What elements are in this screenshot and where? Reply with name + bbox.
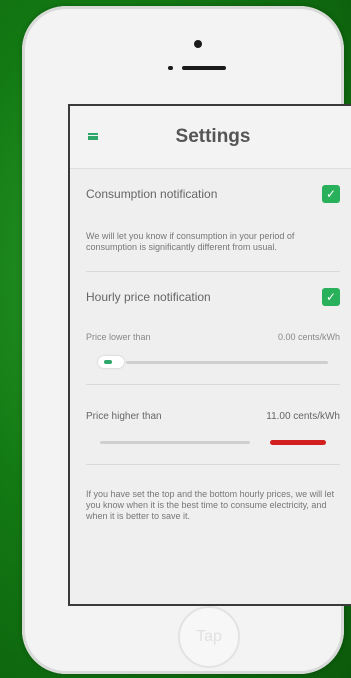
- check-icon: ✓: [325, 290, 337, 304]
- higher-price-label: Price higher than: [86, 411, 162, 422]
- price-range-indicator[interactable]: [270, 440, 326, 445]
- consumption-section: Consumption notification ✓ We will let y…: [86, 185, 340, 272]
- hourly-section: Hourly price notification ✓ Price lower …: [86, 288, 340, 540]
- app-bar: Settings: [70, 106, 351, 169]
- higher-price-value: 11.00 cents/kWh: [266, 411, 340, 422]
- consumption-checkbox[interactable]: ✓: [322, 185, 340, 203]
- home-button[interactable]: Tap: [178, 606, 240, 668]
- app-screen: Settings Consumption notification ✓ We w…: [68, 104, 351, 606]
- higher-price-row: Price higher than 11.00 cents/kWh: [86, 411, 340, 422]
- earpiece-speaker: [182, 66, 226, 70]
- hourly-row[interactable]: Hourly price notification ✓: [86, 288, 340, 306]
- lower-price-value: 0.00 cents/kWh: [277, 332, 340, 342]
- slider-thumb-indicator: [104, 360, 112, 364]
- hourly-label: Hourly price notification: [86, 290, 211, 304]
- phone-frame: Settings Consumption notification ✓ We w…: [22, 6, 351, 674]
- check-icon: ✓: [325, 187, 337, 201]
- lower-price-slider[interactable]: [86, 354, 340, 370]
- hourly-checkbox[interactable]: ✓: [322, 288, 340, 306]
- higher-price-slider[interactable]: [86, 434, 340, 450]
- camera: [194, 40, 202, 48]
- slider-track: [126, 361, 328, 364]
- divider: [86, 384, 340, 385]
- divider: [86, 464, 340, 465]
- page-title: Settings: [175, 126, 251, 147]
- slider-thumb[interactable]: [98, 356, 124, 368]
- hourly-description: If you have set the top and the bottom h…: [86, 489, 335, 521]
- consumption-description: We will let you know if consumption in y…: [86, 231, 295, 252]
- consumption-row[interactable]: Consumption notification ✓: [86, 185, 340, 203]
- consumption-label: Consumption notification: [86, 187, 218, 201]
- settings-content: Consumption notification ✓ We will let y…: [70, 185, 351, 540]
- lower-price-label: Price lower than: [86, 332, 151, 342]
- home-button-label: Tap: [196, 628, 222, 645]
- lower-price-row: Price lower than 0.00 cents/kWh: [86, 332, 340, 342]
- slider-track: [100, 441, 250, 444]
- proximity-sensor: [168, 66, 173, 70]
